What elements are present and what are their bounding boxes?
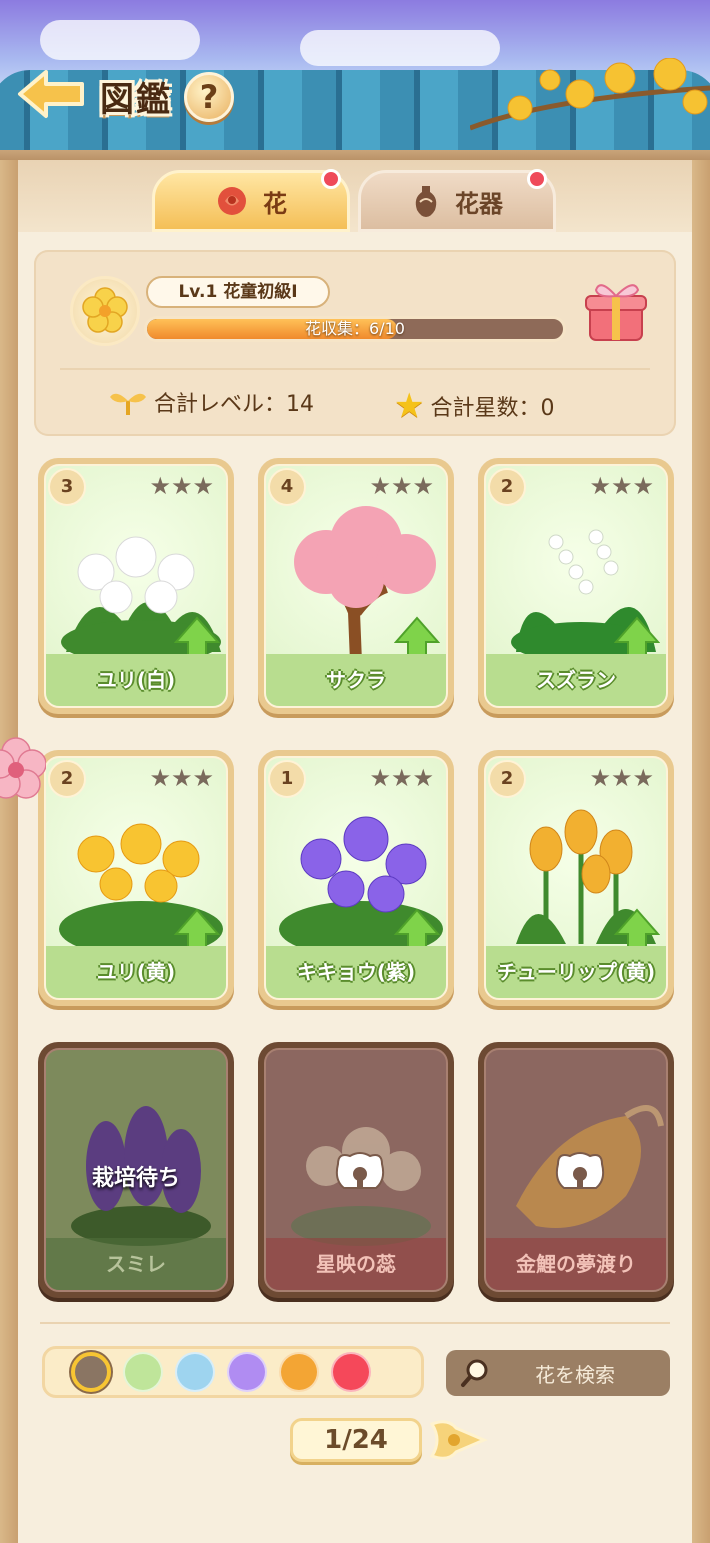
color-swatch[interactable]	[227, 1352, 267, 1392]
flower-card[interactable]: 2 ★★★ スズラン	[478, 458, 674, 714]
flower-card[interactable]: 4 ★★★ サクラ	[258, 458, 454, 714]
notification-dot	[527, 169, 547, 189]
flower-card[interactable]: 2 ★★★ チューリップ(黄)	[478, 750, 674, 1006]
card-level-badge: 2	[488, 760, 526, 798]
card-level-badge: 1	[268, 760, 306, 798]
search-label: 花を検索	[535, 1362, 615, 1387]
tab-flower-label: 花	[263, 189, 287, 218]
card-name: スミレ	[46, 1238, 226, 1290]
sprout-icon	[110, 393, 146, 415]
cloud-decoration	[40, 20, 200, 60]
total-level-stat: 合計レベル：14	[108, 386, 314, 418]
color-swatch[interactable]	[175, 1352, 215, 1392]
page-title: 図鑑	[100, 80, 172, 120]
card-name: 金鯉の夢渡り	[486, 1238, 666, 1290]
card-name: スズラン	[486, 654, 666, 706]
total-level-text: 合計レベル：14	[154, 392, 314, 417]
rank-badge	[70, 276, 140, 346]
flower-card[interactable]: 1 ★★★ キキョウ(紫)	[258, 750, 454, 1006]
card-stars: ★★★	[149, 764, 214, 792]
card-stars: ★★★	[589, 472, 654, 500]
progress-text: 花収集：6/10	[305, 319, 405, 338]
collection-progress-bar: 花収集：6/10	[144, 316, 566, 342]
page-indicator: 1/24	[290, 1418, 422, 1462]
color-swatch[interactable]	[279, 1352, 319, 1392]
left-pillar	[0, 160, 18, 1543]
back-arrow-icon[interactable]	[16, 68, 86, 120]
lock-icon	[555, 1152, 605, 1189]
rose-icon	[218, 187, 246, 215]
right-pillar	[692, 160, 710, 1543]
total-stars-stat: ★ 合計星数：0	[394, 386, 554, 426]
help-button[interactable]: ?	[184, 72, 234, 122]
flower-card-pending[interactable]: 栽培待ち スミレ	[38, 1042, 234, 1298]
tab-vase[interactable]: 花器	[358, 169, 556, 232]
flower-card[interactable]: 2 ★★★ ユリ(黄)	[38, 750, 234, 1006]
card-name: サクラ	[266, 654, 446, 706]
card-name: 星映の蕊	[266, 1238, 446, 1290]
search-button[interactable]: 花を検索	[446, 1350, 670, 1396]
color-swatch[interactable]	[123, 1352, 163, 1392]
card-level-badge: 4	[268, 468, 306, 506]
stats-divider	[60, 368, 650, 370]
total-stars-text: 合計星数：0	[430, 396, 555, 421]
flower-card-locked[interactable]: 星映の蕊	[258, 1042, 454, 1298]
pending-label: 栽培待ち	[91, 1166, 180, 1191]
card-name: キキョウ(紫)	[266, 946, 446, 998]
flower-card[interactable]: 3 ★★★ ユリ(白)	[38, 458, 234, 714]
tab-flower[interactable]: 花	[152, 169, 350, 232]
lock-icon	[335, 1152, 385, 1189]
color-filter	[42, 1346, 424, 1398]
side-flower-icon[interactable]	[0, 734, 46, 808]
next-page-arrow-icon[interactable]	[428, 1414, 488, 1466]
card-stars: ★★★	[589, 764, 654, 792]
card-level-badge: 2	[488, 468, 526, 506]
plum-blossom-icon	[82, 287, 128, 333]
card-name: チューリップ(黄)	[486, 946, 666, 998]
tab-vase-label: 花器	[455, 189, 503, 218]
flower-card-locked[interactable]: 金鯉の夢渡り	[478, 1042, 674, 1298]
card-name: ユリ(黄)	[46, 946, 226, 998]
bottom-divider	[40, 1322, 670, 1324]
color-swatch[interactable]	[331, 1352, 371, 1392]
gift-box-icon[interactable]	[584, 276, 648, 344]
notification-dot	[321, 169, 341, 189]
blossom-branch-decoration	[470, 58, 710, 131]
level-label: Lv.1 花童初級Ⅰ	[146, 276, 330, 308]
card-name: ユリ(白)	[46, 654, 226, 706]
search-icon	[461, 1359, 488, 1387]
vase-icon	[415, 186, 437, 217]
color-swatch[interactable]	[71, 1352, 111, 1392]
card-stars: ★★★	[149, 472, 214, 500]
star-icon: ★	[394, 386, 425, 426]
card-stars: ★★★	[369, 764, 434, 792]
card-level-badge: 3	[48, 468, 86, 506]
card-level-badge: 2	[48, 760, 86, 798]
card-stars: ★★★	[369, 472, 434, 500]
